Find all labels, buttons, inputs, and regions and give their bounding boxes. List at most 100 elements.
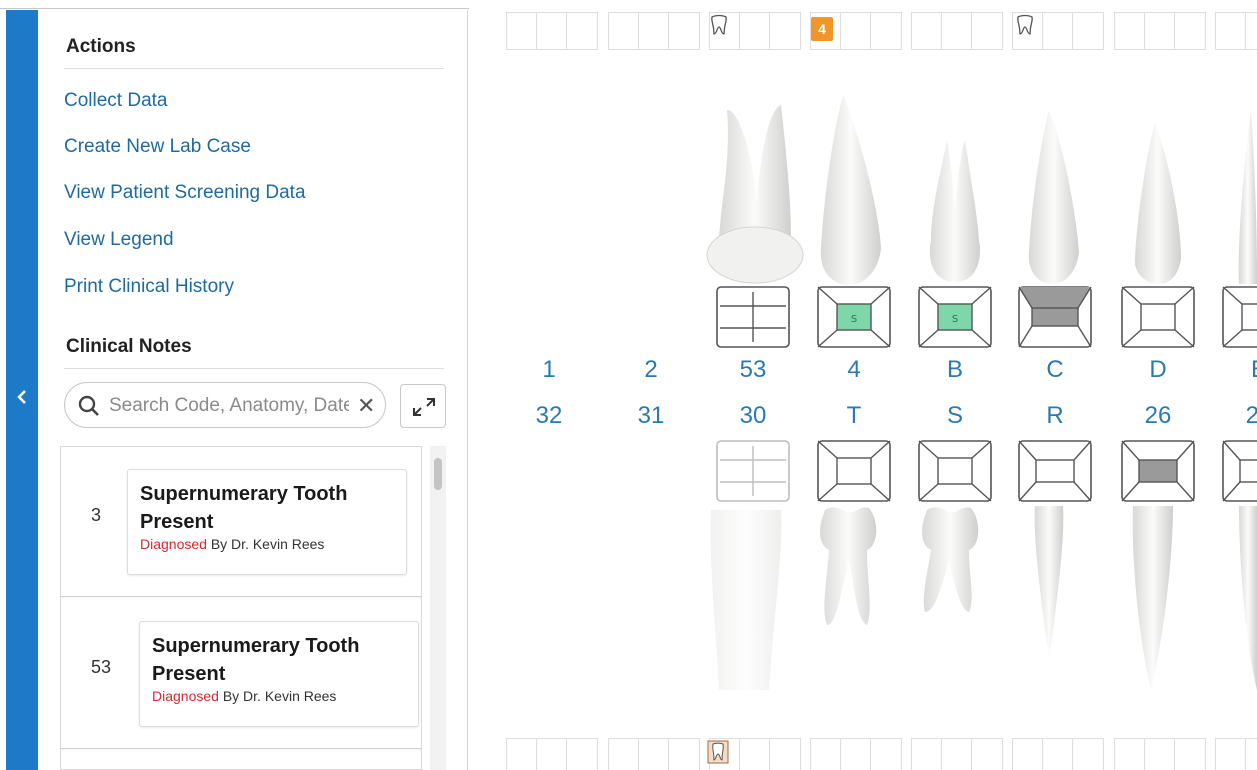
surface-strip-segment[interactable]: [1215, 738, 1247, 770]
tooth-surface-box[interactable]: [716, 440, 790, 502]
surface-strip-cell[interactable]: [911, 12, 1007, 50]
surface-strip-segment[interactable]: [769, 12, 801, 50]
tooth-number-C[interactable]: C: [1015, 356, 1095, 384]
surface-strip-segment[interactable]: [1042, 12, 1074, 50]
tooth-icon[interactable]: [707, 740, 729, 769]
surface-strip-segment[interactable]: [1114, 738, 1146, 770]
scrollbar-thumb[interactable]: [434, 458, 442, 490]
surface-strip-segment[interactable]: [840, 12, 872, 50]
surface-strip-segment[interactable]: [608, 738, 640, 770]
surface-strip-cell[interactable]: [1114, 12, 1210, 50]
surface-strip-segment[interactable]: [840, 738, 872, 770]
surface-strip-segment[interactable]: [1144, 738, 1176, 770]
tooth-t-image[interactable]: [820, 507, 877, 625]
surface-strip-segment[interactable]: [566, 738, 598, 770]
surface-strip-segment[interactable]: [810, 738, 842, 770]
tooth-surface-box[interactable]: [1018, 440, 1092, 502]
surface-strip-cell[interactable]: [506, 738, 602, 770]
action-view-screening-data[interactable]: View Patient Screening Data: [64, 182, 306, 204]
surface-strip-cell[interactable]: [608, 738, 704, 770]
tooth-number-30[interactable]: 30: [713, 402, 793, 430]
surface-strip-segment[interactable]: [870, 12, 902, 50]
surface-strip-segment[interactable]: [668, 738, 700, 770]
surface-strip-segment[interactable]: [1072, 738, 1104, 770]
surface-strip-segment[interactable]: [1114, 12, 1146, 50]
tooth-icon[interactable]: [1015, 14, 1035, 41]
surface-strip-cell[interactable]: [1215, 12, 1257, 50]
tooth-number-1[interactable]: 1: [509, 356, 589, 384]
tooth-26-image[interactable]: [1132, 506, 1173, 690]
tooth-25-image[interactable]: [1239, 506, 1257, 690]
tooth-number-D[interactable]: D: [1118, 356, 1198, 384]
action-create-lab-case[interactable]: Create New Lab Case: [64, 136, 251, 158]
surface-strip-segment[interactable]: [506, 738, 538, 770]
surface-strip-cell[interactable]: [911, 738, 1007, 770]
tooth-number-26[interactable]: 26: [1118, 402, 1198, 430]
tooth-53-image[interactable]: [706, 105, 804, 284]
surface-strip-cell[interactable]: [608, 12, 704, 50]
close-icon[interactable]: ✕: [357, 393, 375, 419]
tooth-number-B[interactable]: B: [915, 356, 995, 384]
surface-strip-segment[interactable]: [1245, 12, 1257, 50]
surface-strip-segment[interactable]: [870, 738, 902, 770]
tooth-surface-box[interactable]: S: [918, 286, 992, 348]
surface-strip-segment[interactable]: [1215, 12, 1247, 50]
surface-strip-cell[interactable]: [1215, 738, 1257, 770]
surface-strip-segment[interactable]: [1012, 738, 1044, 770]
tooth-number-2[interactable]: 2: [611, 356, 691, 384]
surface-strip-segment[interactable]: [911, 12, 943, 50]
surface-strip-segment[interactable]: [566, 12, 598, 50]
surface-strip-segment[interactable]: [536, 12, 568, 50]
tooth-surface-box[interactable]: S: [817, 286, 891, 348]
surface-strip-segment[interactable]: [1174, 12, 1206, 50]
tooth-badge[interactable]: 4: [811, 17, 833, 41]
note-item[interactable]: 53 Supernumerary Tooth Present Diagnosed…: [61, 599, 421, 749]
tooth-surface-box[interactable]: [1222, 286, 1257, 348]
surface-strip-segment[interactable]: [608, 12, 640, 50]
tooth-number-S[interactable]: S: [915, 402, 995, 430]
note-card[interactable]: Supernumerary Tooth Present Diagnosed By…: [139, 621, 419, 727]
surface-strip-segment[interactable]: [941, 12, 973, 50]
tooth-number-25[interactable]: 25: [1219, 402, 1257, 430]
surface-strip-segment[interactable]: [739, 12, 771, 50]
surface-strip-segment[interactable]: [536, 738, 568, 770]
notes-scrollbar[interactable]: [430, 446, 446, 770]
search-input[interactable]: [109, 393, 349, 419]
chevron-left-icon[interactable]: [6, 390, 38, 409]
tooth-number-R[interactable]: R: [1015, 402, 1095, 430]
tooth-b-image[interactable]: [929, 140, 980, 282]
note-item[interactable]: 3 Supernumerary Tooth Present Diagnosed …: [61, 447, 421, 597]
tooth-number-T[interactable]: T: [814, 402, 894, 430]
surface-strip-segment[interactable]: [1144, 12, 1176, 50]
tooth-number-31[interactable]: 31: [611, 402, 691, 430]
panel-collapse-bar[interactable]: [6, 10, 38, 770]
surface-strip-segment[interactable]: [941, 738, 973, 770]
action-view-legend[interactable]: View Legend: [64, 229, 174, 251]
tooth-r-image[interactable]: [1034, 506, 1064, 660]
surface-strip-segment[interactable]: [739, 738, 771, 770]
tooth-surface-box[interactable]: [1018, 286, 1092, 348]
tooth-30-image[interactable]: [710, 510, 782, 690]
tooth-number-4[interactable]: 4: [814, 356, 894, 384]
tooth-4-image[interactable]: [820, 95, 881, 285]
surface-strip-segment[interactable]: [1072, 12, 1104, 50]
tooth-number-53[interactable]: 53: [713, 356, 793, 384]
surface-strip-segment[interactable]: [911, 738, 943, 770]
surface-strip-segment[interactable]: [638, 12, 670, 50]
note-item[interactable]: [61, 751, 421, 769]
tooth-c-image[interactable]: [1028, 110, 1079, 284]
surface-strip-segment[interactable]: [769, 738, 801, 770]
tooth-s-image[interactable]: [922, 507, 979, 612]
surface-strip-segment[interactable]: [1042, 738, 1074, 770]
tooth-surface-box[interactable]: [716, 286, 790, 348]
surface-strip-segment[interactable]: [668, 12, 700, 50]
tooth-surface-box[interactable]: [1222, 440, 1257, 502]
note-card[interactable]: Supernumerary Tooth Present Diagnosed By…: [127, 469, 407, 575]
surface-strip-cell[interactable]: [1012, 738, 1108, 770]
surface-strip-segment[interactable]: [638, 738, 670, 770]
tooth-surface-box[interactable]: [1121, 286, 1195, 348]
tooth-icon[interactable]: [709, 14, 729, 41]
tooth-number-32[interactable]: 32: [509, 402, 589, 430]
tooth-surface-box[interactable]: [918, 440, 992, 502]
tooth-surface-box[interactable]: [1121, 440, 1195, 502]
